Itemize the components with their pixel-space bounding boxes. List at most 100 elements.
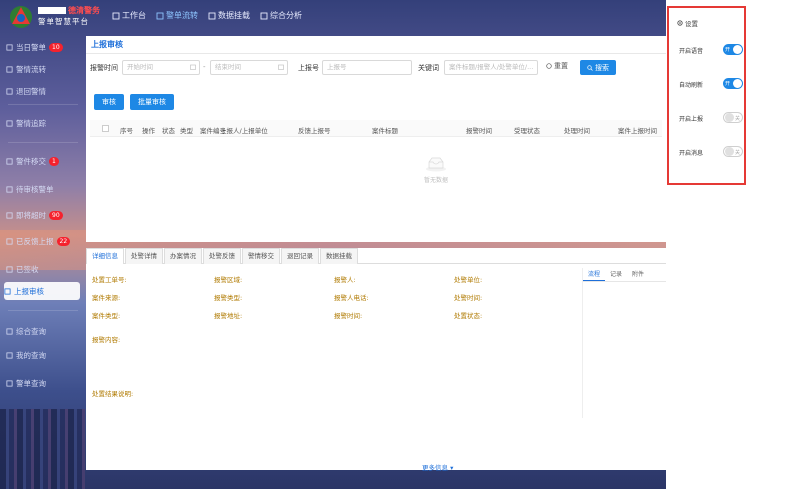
count-badge: 10	[49, 42, 63, 52]
nav-item-2[interactable]: 数据挂载	[208, 10, 250, 21]
tab-1[interactable]: 处警详情	[125, 248, 163, 264]
nav-item-label: 数据挂载	[218, 11, 250, 20]
table-toolbar: 审核 批量审核	[94, 94, 174, 110]
select-all-checkbox[interactable]	[102, 125, 109, 132]
sidebar-item-11[interactable]: 我的查询	[6, 346, 80, 364]
nav-item-1[interactable]: 警单流转	[156, 10, 198, 21]
sidebar-item-10[interactable]: 综合查询	[6, 322, 80, 340]
detail-field: 处警时间:	[454, 294, 483, 302]
sidebar-item-2[interactable]: 退回警情	[6, 82, 80, 100]
setting-row-3: 开启消息 关	[679, 146, 743, 158]
more-info-link[interactable]: 更多信息 ▾	[422, 462, 453, 472]
tab-3[interactable]: 处警反馈	[203, 248, 241, 264]
sidebar-item-12[interactable]: 警单查询	[6, 374, 80, 392]
sidebar-divider	[8, 310, 78, 311]
sidebar-item-1[interactable]: 警情流转	[6, 60, 80, 78]
sidebar-item-label: 当日警单	[16, 42, 46, 52]
detail-field: 报警人:	[334, 276, 356, 284]
detail-tabs: 详细信息 处警详情 办案情况 处警反馈 警情移交 退回记录 数据挂载	[86, 248, 666, 264]
reset-button[interactable]: 重置	[546, 61, 568, 71]
detail-field: 报警时间:	[334, 312, 363, 320]
side-tab-2[interactable]: 附件	[627, 268, 649, 281]
search-button[interactable]: 搜索	[580, 60, 616, 75]
empty-state: 暂无数据	[416, 156, 456, 184]
list-icon	[6, 119, 13, 127]
count-badge: 90	[49, 210, 63, 220]
tab-5[interactable]: 退回记录	[281, 248, 319, 264]
tab-2[interactable]: 办案情况	[164, 248, 202, 264]
list-icon	[6, 65, 13, 73]
sidebar-item-label: 综合查询	[16, 326, 46, 336]
detail-panel: 详细信息 处警详情 办案情况 处警反馈 警情移交 退回记录 数据挂载 处置工单号: 报警区域:…	[86, 248, 666, 472]
keyword-input[interactable]: 案件标题/报警人/处警单位/...	[444, 60, 538, 75]
clock-icon	[6, 211, 13, 219]
tab-4[interactable]: 警情移交	[242, 248, 280, 264]
nav-item-3[interactable]: 综合分析	[260, 10, 302, 21]
report-no-input[interactable]: 上报号	[322, 60, 412, 75]
sidebar-item-5[interactable]: 待审核警单	[6, 180, 80, 198]
batch-approve-button[interactable]: 批量审核	[130, 94, 174, 110]
detail-field: 报警类型:	[214, 294, 243, 302]
toggle-switch[interactable]: 开	[723, 78, 743, 89]
sidebar-item-label: 上报审核	[14, 286, 44, 296]
tab-6[interactable]: 数据挂载	[320, 248, 358, 264]
column-header: 案件标题	[372, 127, 398, 135]
gear-icon	[677, 20, 683, 26]
content-label: 报警内容:	[92, 336, 121, 344]
toggle-switch[interactable]: 关	[723, 146, 743, 157]
process-label: 处置结果说明:	[92, 390, 134, 398]
approve-button[interactable]: 审核	[94, 94, 124, 110]
table-header: 序号 操作 状态 类型 案件编号 上报人/上报单位 反馈上报号 案件标题 报警时间 受理状态 处理时…	[90, 120, 662, 137]
column-header: 操作	[142, 127, 155, 135]
tool-icon	[208, 12, 216, 19]
sidebar-item-9[interactable]: 上报审核	[4, 282, 80, 300]
sidebar-item-label: 警情流转	[16, 64, 46, 74]
switch-knob	[725, 147, 734, 156]
sidebar-item-label: 我的查询	[16, 350, 46, 360]
switch-knob	[733, 45, 742, 54]
sidebar-item-8[interactable]: 已签收	[6, 260, 80, 278]
search-icon	[6, 327, 13, 335]
nav-item-0[interactable]: 工作台	[112, 10, 146, 21]
switch-knob	[725, 113, 734, 122]
toggle-switch[interactable]: 关	[723, 112, 743, 123]
data-table: 序号 操作 状态 类型 案件编号 上报人/上报单位 反馈上报号 案件标题 报警时间 受理状态 处理时…	[90, 120, 662, 137]
grid-icon	[156, 12, 164, 19]
setting-label: 自动刷新	[679, 82, 704, 89]
setting-label: 开启消息	[679, 150, 704, 157]
user-icon	[6, 351, 13, 359]
check-icon	[6, 237, 13, 245]
column-header: 受理状态	[514, 127, 540, 135]
start-time-input[interactable]: 开始时间	[122, 60, 200, 75]
end-time-input[interactable]: 结束时间	[210, 60, 288, 75]
toggle-switch[interactable]: 开	[723, 44, 743, 55]
sidebar-item-label: 警情追踪	[16, 118, 46, 128]
side-tab-0[interactable]: 流程	[583, 268, 606, 281]
doc-icon	[4, 287, 11, 295]
detail-field: 处置工单号:	[92, 276, 127, 284]
column-header: 状态	[162, 127, 175, 135]
sidebar-item-0[interactable]: 当日警单 10	[6, 38, 80, 56]
column-header: 案件上报时间	[618, 127, 657, 135]
sidebar-item-6[interactable]: 即将超时 90	[6, 206, 80, 224]
detail-field: 处警单位:	[454, 276, 483, 284]
tab-0[interactable]: 详细信息	[86, 248, 124, 264]
column-header: 类型	[180, 127, 193, 135]
logo-icon	[10, 6, 32, 28]
detail-fields: 处置工单号: 报警区域: 报警人: 处警单位: 案件来源: 报警类型: 报警人电话: 处警时间…	[92, 274, 572, 324]
sidebar-item-3[interactable]: 警情追踪	[6, 114, 80, 132]
switch-text: 开	[725, 46, 731, 53]
filter-bar: 报警时间 开始时间 - 结束时间 上报号 上报号 关键词 案件标题/报警人/处警…	[86, 60, 666, 76]
detail-field: 处置状态:	[454, 312, 483, 320]
detail-field: 报警地址:	[214, 312, 243, 320]
sidebar: 当日警单 10 警情流转退回警情警情追踪警件移交 1 待审核警单即将超时 90 已反馈上报 2…	[0, 34, 82, 489]
doc-icon	[6, 185, 13, 193]
column-header: 序号	[120, 127, 133, 135]
column-header: 报警时间	[466, 127, 492, 135]
detail-field: 案件来源:	[92, 294, 121, 302]
refresh-icon	[546, 63, 552, 69]
sidebar-item-7[interactable]: 已反馈上报 22	[6, 232, 80, 250]
count-badge: 22	[56, 236, 71, 246]
side-tab-1[interactable]: 记录	[605, 268, 627, 281]
sidebar-item-4[interactable]: 警件移交 1	[6, 152, 80, 170]
